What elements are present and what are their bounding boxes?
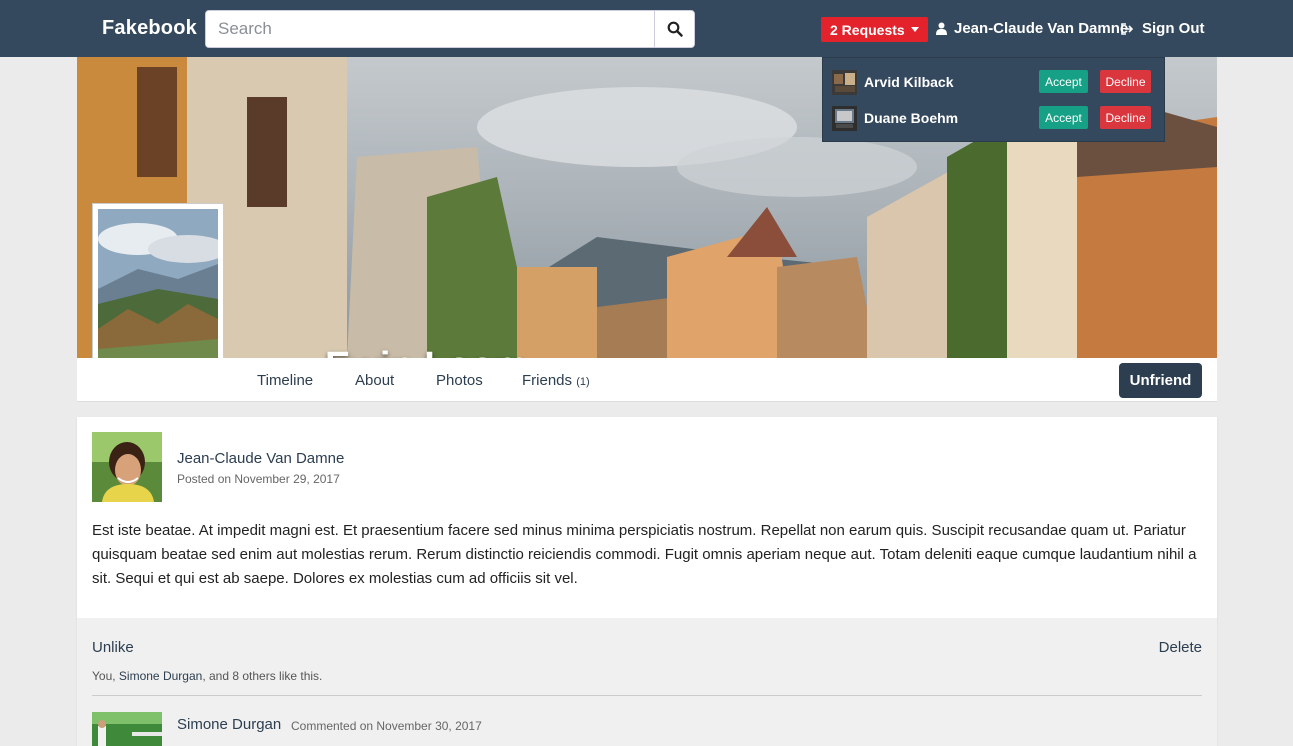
post-body: Est iste beatae. At impedit magni est. E…: [92, 522, 1197, 587]
post-date: Posted on November 29, 2017: [177, 472, 340, 486]
friend-requests-label: 2 Requests: [830, 21, 905, 38]
friend-request-avatar[interactable]: [832, 70, 857, 95]
post-card: Jean-Claude Van Damne Posted on November…: [77, 417, 1217, 746]
tab-friends[interactable]: Friends (1): [522, 372, 590, 389]
likes-suffix: , and 8 others like this.: [202, 669, 323, 683]
comment-author-name[interactable]: Simone Durgan: [177, 716, 281, 733]
caret-down-icon: [910, 27, 919, 32]
friend-request-name[interactable]: Arvid Kilback: [864, 74, 953, 90]
friend-requests-dropdown: Arvid Kilback Accept Decline Duane Boehm…: [822, 57, 1165, 142]
sign-out-link[interactable]: Sign Out: [1121, 20, 1205, 37]
divider: [92, 695, 1202, 696]
accept-button[interactable]: Accept: [1039, 70, 1088, 93]
tab-about[interactable]: About: [355, 372, 394, 389]
delete-button[interactable]: Delete: [1159, 639, 1202, 656]
tab-photos[interactable]: Photos: [436, 372, 483, 389]
post-author-name[interactable]: Jean-Claude Van Damne: [177, 450, 344, 467]
likes-summary: You, Simone Durgan, and 8 others like th…: [92, 669, 322, 683]
tab-friends-count: (1): [576, 376, 590, 388]
friend-request-avatar[interactable]: [832, 106, 857, 131]
user-icon: [936, 22, 947, 35]
likes-user-link[interactable]: Simone Durgan: [119, 669, 202, 683]
profile-name: Ewin Loom: [325, 345, 528, 358]
search-icon: [667, 21, 683, 37]
search-box: [205, 10, 695, 48]
sign-out-label: Sign Out: [1142, 20, 1205, 37]
brand-logo[interactable]: Fakebook: [102, 17, 197, 40]
friend-request-row: Arvid Kilback Accept Decline: [832, 70, 1157, 96]
search-input[interactable]: [206, 11, 655, 47]
current-user-name: Jean-Claude Van Damne: [954, 20, 1129, 37]
friend-request-row: Duane Boehm Accept Decline: [832, 106, 1157, 132]
tab-timeline[interactable]: Timeline: [257, 372, 313, 389]
search-button[interactable]: [654, 11, 694, 47]
profile-picture[interactable]: [92, 203, 224, 383]
accept-button[interactable]: Accept: [1039, 106, 1088, 129]
friend-requests-button[interactable]: 2 Requests: [821, 17, 928, 42]
comment-date: Commented on November 30, 2017: [291, 719, 482, 733]
current-user-link[interactable]: Jean-Claude Van Damne: [936, 20, 1128, 37]
profile-tabs: Timeline About Photos Friends (1): [77, 358, 1217, 402]
post-footer: Unlike Delete You, Simone Durgan, and 8 …: [77, 618, 1217, 746]
decline-button[interactable]: Decline: [1100, 106, 1151, 129]
tab-friends-label: Friends: [522, 372, 573, 389]
likes-prefix: You,: [92, 669, 119, 683]
unlike-button[interactable]: Unlike: [92, 639, 134, 656]
unfriend-button[interactable]: Unfriend: [1119, 363, 1202, 398]
post-author-avatar[interactable]: [92, 432, 162, 502]
friend-request-name[interactable]: Duane Boehm: [864, 110, 958, 126]
profile-picture-image: [98, 209, 218, 377]
sign-out-icon: [1121, 22, 1134, 35]
decline-button[interactable]: Decline: [1100, 70, 1151, 93]
navbar: Fakebook 2 Requests Jean-Claude Van Damn…: [0, 0, 1293, 57]
comment-author-avatar[interactable]: [92, 712, 162, 746]
